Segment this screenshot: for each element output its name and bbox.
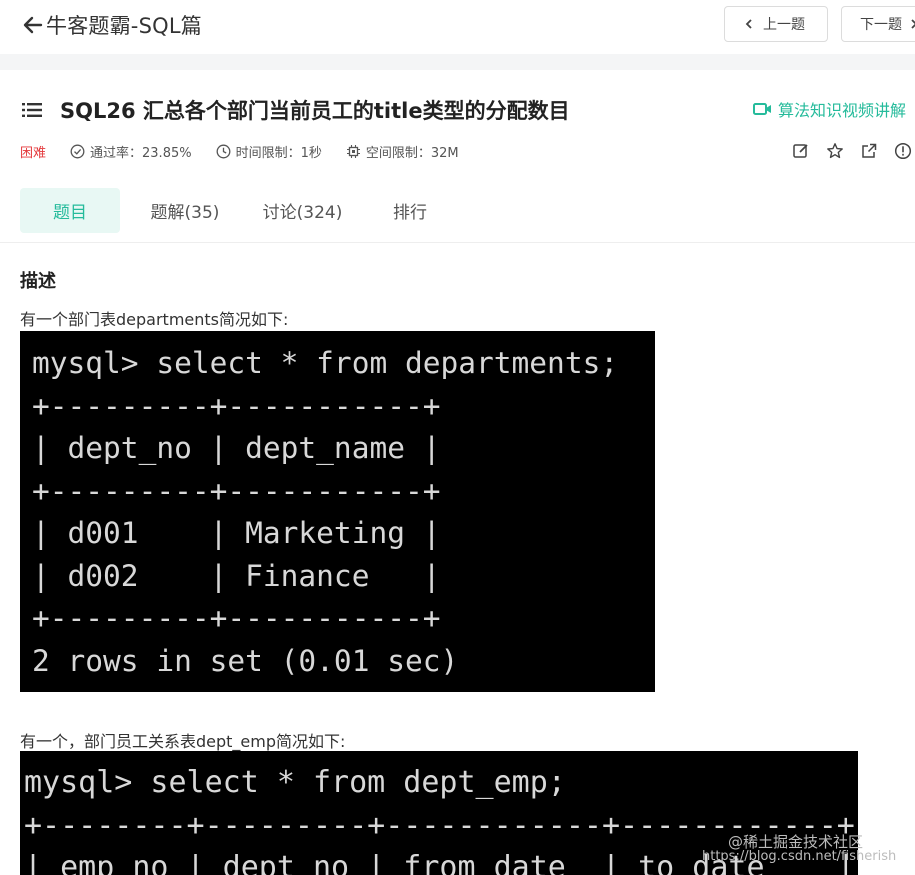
top-bar: 牛客题霸-SQL篇 上一题 下一题 (0, 0, 915, 54)
description-heading: 描述 (20, 271, 56, 292)
space-limit-text: 空间限制：32M (365, 146, 459, 161)
chevron-right-icon (911, 19, 915, 29)
terminal-line: 2 rows in set (0.01 sec) (32, 643, 459, 678)
terminal-line: +---------+-----------+ (32, 388, 441, 423)
video-lecture-label: 算法知识视频讲解 (778, 101, 907, 120)
next-question-label: 下一题 (860, 17, 902, 33)
question-title-row: SQL26 汇总各个部门当前员工的title类型的分配数目 (22, 95, 570, 125)
terminal-line: | dept_no | dept_name | (32, 431, 441, 465)
dept-emp-intro-text: 有一个，部门员工关系表dept_emp简况如下: (20, 732, 346, 751)
chevron-left-icon (745, 19, 752, 29)
share-icon[interactable] (860, 142, 878, 160)
tab-discussion[interactable]: 讨论(324) (250, 188, 355, 233)
edit-icon[interactable] (792, 142, 810, 160)
prev-question-label: 上一题 (763, 17, 805, 33)
time-limit: 时间限制：1秒 (216, 142, 322, 161)
terminal-line: mysql> select * from departments; (32, 346, 619, 380)
terminal-line: mysql> select * from dept_emp; (24, 765, 566, 800)
chip-icon (346, 145, 360, 158)
terminal-line: | d002 | Finance | (32, 558, 441, 593)
tabs-divider (0, 242, 915, 243)
check-circle-icon (70, 144, 85, 159)
video-lecture-link[interactable]: 算法知识视频讲解 (753, 97, 906, 121)
departments-intro-text: 有一个部门表departments简况如下: (20, 310, 289, 329)
tab-problem[interactable]: 题目 (20, 188, 120, 233)
terminal-line: +---------+-----------+ (32, 601, 441, 635)
question-tabs: 题目 题解(35) 讨论(324) 排行 (20, 188, 465, 233)
terminal-line: +---------+-----------+ (32, 473, 441, 508)
question-tools (792, 142, 915, 160)
back-link-title: 牛客题霸-SQL篇 (46, 14, 202, 38)
question-meta: 困难 通过率：23.85% 时间限制：1秒 空间限制：32M (20, 142, 483, 161)
watermark-url: https://blog.csdn.net/fisherish (702, 849, 897, 864)
report-icon[interactable] (894, 142, 912, 160)
difficulty-badge: 困难 (20, 146, 47, 161)
header-divider-band (0, 54, 915, 70)
terminal-line: | d001 | Marketing | (32, 516, 441, 550)
tab-solutions[interactable]: 题解(35) (120, 188, 250, 233)
prev-question-button[interactable]: 上一题 (724, 6, 828, 42)
question-title: SQL26 汇总各个部门当前员工的title类型的分配数目 (60, 99, 570, 123)
pass-rate: 通过率：23.85% (70, 142, 192, 161)
tab-ranking[interactable]: 排行 (355, 188, 465, 233)
departments-table-screenshot: mysql> select * from departments; +-----… (20, 331, 655, 692)
video-icon (753, 103, 771, 115)
list-icon[interactable] (22, 102, 42, 118)
pass-rate-text: 通过率：23.85% (90, 146, 192, 161)
next-question-button[interactable]: 下一题 (841, 6, 915, 42)
arrow-left-icon (23, 16, 43, 34)
back-link[interactable]: 牛客题霸-SQL篇 (22, 10, 202, 40)
time-limit-text: 时间限制：1秒 (235, 146, 322, 161)
clock-icon (216, 144, 231, 159)
star-icon[interactable] (826, 142, 844, 160)
space-limit: 空间限制：32M (346, 142, 459, 161)
